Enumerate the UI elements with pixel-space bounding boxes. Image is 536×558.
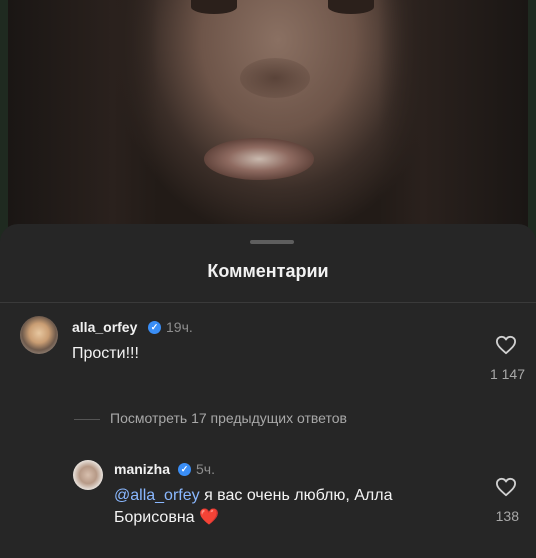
face-nose — [240, 58, 310, 98]
like-count: 1 147 — [489, 366, 525, 382]
mention-link[interactable]: @alla_orfey — [114, 487, 200, 504]
reply-text-line2: Борисовна — [114, 509, 195, 526]
face-eye-right — [328, 0, 374, 14]
replies-line — [74, 419, 100, 420]
sheet-title: Комментарии — [207, 261, 329, 281]
comment-text: Прости!!! — [72, 345, 139, 362]
header-divider — [0, 302, 536, 303]
comment-time: 19ч. — [166, 319, 193, 335]
reply-username[interactable]: manizha — [114, 461, 170, 477]
view-replies-link[interactable]: Посмотреть 17 предыдущих ответов — [110, 410, 347, 426]
avatar[interactable] — [73, 460, 103, 490]
heart-outline-icon[interactable] — [495, 335, 517, 355]
like-count: 138 — [495, 508, 519, 524]
comments-sheet: Комментарии alla_orfey ✓ 19ч. Прости!!! … — [0, 224, 536, 558]
face-eye-left — [191, 0, 237, 14]
comment-username[interactable]: alla_orfey — [72, 319, 137, 335]
video-shade-left — [8, 0, 158, 232]
avatar[interactable] — [20, 316, 58, 354]
verified-badge-icon: ✓ — [178, 463, 191, 476]
heart-outline-icon[interactable] — [495, 477, 517, 497]
verified-badge-icon: ✓ — [148, 321, 161, 334]
video-background[interactable] — [8, 0, 528, 232]
reply-text-line1: я вас очень люблю, Алла — [199, 487, 393, 504]
reply-text: @alla_orfey я вас очень люблю, Алла Бори… — [114, 485, 444, 529]
drag-handle[interactable] — [250, 240, 294, 244]
heart-emoji-icon: ❤️ — [199, 509, 219, 526]
reply-time: 5ч. — [196, 461, 215, 477]
video-shade-right — [378, 0, 528, 232]
face-mouth — [204, 138, 314, 180]
